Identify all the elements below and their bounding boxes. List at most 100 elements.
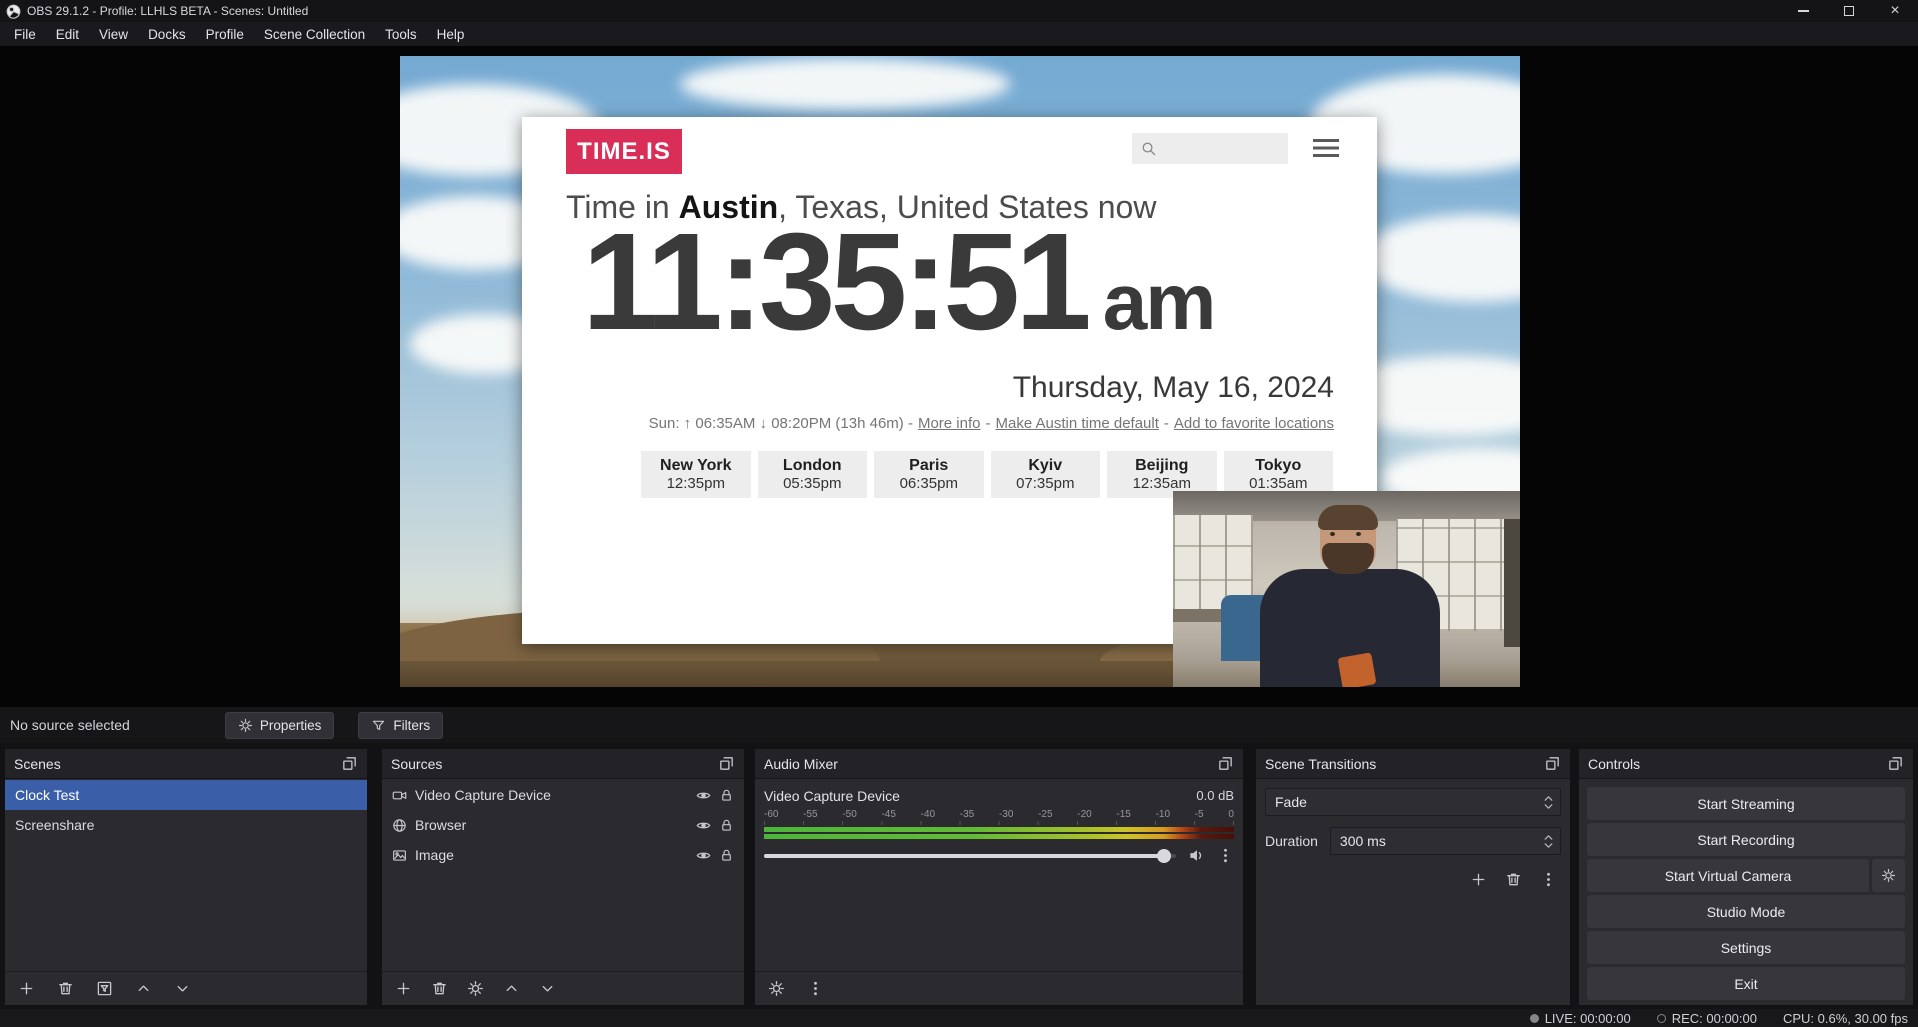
person-beard — [1322, 543, 1374, 574]
more-info-link: More info — [918, 415, 981, 432]
move-scene-down-button[interactable] — [174, 980, 191, 997]
menu-scene-collection[interactable]: Scene Collection — [254, 22, 375, 46]
world-clock-paris: Paris06:35pm — [874, 451, 984, 498]
virtual-camera-settings-button[interactable] — [1872, 859, 1905, 892]
popout-icon[interactable] — [1544, 755, 1561, 772]
sources-title: Sources — [391, 756, 442, 772]
scale-label: -30 — [999, 809, 1013, 820]
popout-icon[interactable] — [1217, 755, 1234, 772]
eye-icon[interactable] — [696, 788, 711, 803]
scene-transitions-panel: Scene Transitions Fade Duration 300 ms — [1256, 749, 1570, 1005]
menu-file[interactable]: File — [4, 22, 46, 46]
mixer-options-kebab-button[interactable] — [807, 980, 824, 997]
remove-scene-button[interactable] — [57, 980, 74, 997]
menu-profile[interactable]: Profile — [196, 22, 254, 46]
combo-arrows-icon — [1544, 796, 1553, 809]
scenes-list: Clock Test Screenshare — [5, 780, 367, 971]
program-canvas[interactable]: TIME.IS Time in Austin, Texas, United St… — [400, 56, 1520, 687]
volume-slider-handle[interactable] — [1157, 849, 1171, 863]
advanced-audio-gear-button[interactable] — [768, 980, 785, 997]
duration-input[interactable]: 300 ms — [1330, 827, 1561, 855]
close-button[interactable]: × — [1872, 0, 1918, 22]
scale-label: -15 — [1116, 809, 1130, 820]
popout-icon[interactable] — [1887, 755, 1904, 772]
scale-label: -10 — [1156, 809, 1170, 820]
remove-source-button[interactable] — [431, 980, 448, 997]
scene-filters-button[interactable] — [96, 980, 113, 997]
filters-label: Filters — [393, 718, 430, 733]
city-name: Tokyo — [1224, 456, 1334, 475]
menu-help[interactable]: Help — [427, 22, 475, 46]
live-status: LIVE: 00:00:00 — [1530, 1011, 1631, 1026]
volume-meter — [764, 834, 1234, 839]
popout-icon[interactable] — [341, 755, 358, 772]
sources-toolbar — [382, 971, 744, 1005]
lock-icon[interactable] — [719, 848, 734, 863]
obs-logo-icon — [6, 4, 21, 19]
source-item-image[interactable]: Image — [382, 840, 744, 870]
timeis-logo: TIME.IS — [566, 129, 682, 174]
popout-icon[interactable] — [718, 755, 735, 772]
hamburger-menu-icon — [1313, 139, 1339, 157]
menu-view[interactable]: View — [89, 22, 138, 46]
scale-label: -5 — [1195, 809, 1204, 820]
lock-icon[interactable] — [719, 818, 734, 833]
world-clock-kyiv: Kyiv07:35pm — [991, 451, 1101, 498]
add-transition-button[interactable] — [1470, 871, 1487, 888]
properties-button[interactable]: Properties — [225, 712, 335, 739]
source-properties-button[interactable] — [467, 980, 484, 997]
spinner-arrows-icon[interactable] — [1544, 835, 1553, 848]
sources-list: Video Capture Device Browser Image — [382, 780, 744, 971]
scenes-panel-header: Scenes — [5, 749, 367, 779]
menu-edit[interactable]: Edit — [46, 22, 89, 46]
move-source-down-button[interactable] — [539, 980, 556, 997]
exit-button[interactable]: Exit — [1587, 967, 1905, 1000]
source-item-video-capture[interactable]: Video Capture Device — [382, 780, 744, 810]
filters-button[interactable]: Filters — [358, 712, 443, 739]
controls-panel: Controls Start Streaming Start Recording… — [1579, 749, 1913, 1005]
cpu-fps-text: CPU: 0.6%, 30.00 fps — [1783, 1011, 1908, 1026]
speaker-icon[interactable] — [1188, 847, 1205, 864]
scenes-toolbar — [5, 971, 367, 1005]
scale-label: -50 — [842, 809, 856, 820]
transition-select[interactable]: Fade — [1265, 788, 1561, 816]
source-status-text: No source selected — [10, 717, 130, 733]
minimize-button[interactable] — [1780, 0, 1826, 22]
maximize-button[interactable] — [1826, 0, 1872, 22]
start-virtual-camera-button[interactable]: Start Virtual Camera — [1587, 859, 1869, 892]
mixer-channel-name: Video Capture Device — [764, 788, 900, 804]
menu-docks[interactable]: Docks — [138, 22, 196, 46]
add-scene-button[interactable] — [18, 980, 35, 997]
studio-mode-button[interactable]: Studio Mode — [1587, 895, 1905, 928]
move-source-up-button[interactable] — [503, 980, 520, 997]
world-clock-london: London05:35pm — [758, 451, 868, 498]
start-streaming-button[interactable]: Start Streaming — [1587, 787, 1905, 820]
duration-value: 300 ms — [1340, 833, 1386, 849]
scene-item-screenshare[interactable]: Screenshare — [5, 810, 367, 840]
source-item-browser[interactable]: Browser — [382, 810, 744, 840]
add-source-button[interactable] — [395, 980, 412, 997]
transition-options-kebab-button[interactable] — [1540, 871, 1557, 888]
move-scene-up-button[interactable] — [135, 980, 152, 997]
audio-mixer-body: Video Capture Device 0.0 dB -60-55-50-45… — [755, 780, 1243, 971]
eye-icon[interactable] — [696, 848, 711, 863]
city-time: 05:35pm — [783, 475, 841, 492]
sources-panel: Sources Video Capture Device Browser Ima… — [382, 749, 744, 1005]
volume-slider[interactable] — [764, 854, 1176, 858]
cloud — [680, 58, 1010, 110]
menu-tools[interactable]: Tools — [375, 22, 427, 46]
scenes-title: Scenes — [14, 756, 61, 772]
remove-transition-button[interactable] — [1505, 871, 1522, 888]
audio-options-kebab-icon[interactable] — [1217, 847, 1234, 864]
orange-object — [1337, 652, 1376, 687]
settings-button[interactable]: Settings — [1587, 931, 1905, 964]
scene-label: Screenshare — [15, 817, 357, 833]
search-icon — [1140, 140, 1157, 157]
window-title: OBS 29.1.2 - Profile: LLHLS BETA - Scene… — [27, 4, 308, 18]
eye-icon[interactable] — [696, 818, 711, 833]
lock-icon[interactable] — [719, 788, 734, 803]
start-recording-button[interactable]: Start Recording — [1587, 823, 1905, 856]
sun-times: Sun: ↑ 06:35AM ↓ 08:20PM (13h 46m) - — [649, 415, 913, 432]
transitions-body: Fade Duration 300 ms — [1256, 780, 1570, 1005]
scene-item-clock-test[interactable]: Clock Test — [5, 780, 367, 810]
